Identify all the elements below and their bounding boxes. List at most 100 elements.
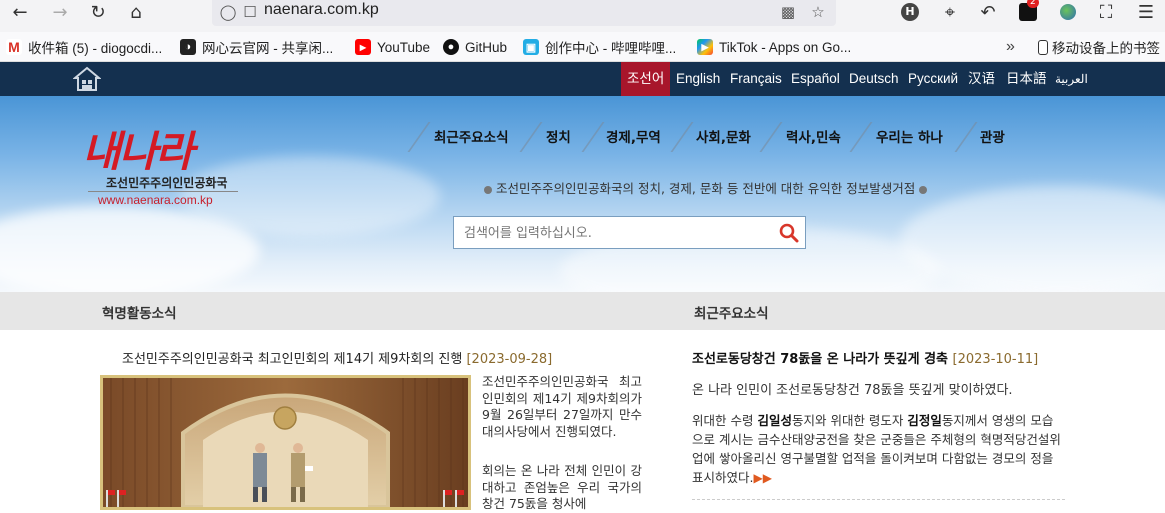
nav-latest-news[interactable]: 최근주요소식 (434, 126, 509, 148)
cloud-decoration (900, 186, 1165, 292)
mobile-bookmarks-label: 移动设备上的书签 (1052, 41, 1160, 56)
bookmarks-bar: M 收件箱 (5) - diogocdi... ◑ 网心云官网 - 共享闲...… (0, 32, 1165, 62)
extension-h-icon[interactable]: H (896, 0, 924, 24)
nav-separator (670, 122, 694, 152)
logo-url: www.naenara.com.kp (98, 193, 213, 207)
undo-icon[interactable]: ↶ (974, 0, 1002, 24)
site-banner: 내나라 조선민주주의인민공화국 www.naenara.com.kp 최근주요소… (0, 96, 1165, 292)
para-text: 동지와 위대한 령도자 (791, 413, 908, 428)
lang-spanish[interactable]: Español (791, 62, 840, 96)
bookmark-github[interactable]: ● GitHub (443, 38, 507, 56)
lang-french[interactable]: Français (730, 62, 782, 96)
right-article-summary: 온 나라 인민이 조선로동당창건 78돐을 뜻깊게 맞이하였다. (692, 383, 1013, 398)
tagline-text: 조선민주주의인민공화국의 정치, 경제, 문화 등 전반에 대한 유익한 정보발… (496, 181, 916, 196)
nav-politics[interactable]: 정치 (546, 126, 571, 148)
article-divider (692, 499, 1065, 500)
logo-subtitle: 조선민주주의인민공화국 (106, 176, 228, 190)
lang-russian[interactable]: Русский (908, 62, 958, 96)
search-box (453, 216, 806, 249)
gmail-icon: M (6, 39, 22, 55)
nav-society-culture[interactable]: 사회,문화 (696, 126, 751, 148)
mobile-device-icon (1038, 39, 1048, 55)
headline-text[interactable]: 조선민주주의인민공화국 최고인민회의 제14기 제9차회의 진행 (122, 352, 462, 367)
logo-divider (88, 191, 238, 192)
lock-slash-icon[interactable]: ☐ (240, 2, 260, 22)
lang-chinese[interactable]: 汉语 (968, 62, 995, 96)
reload-icon[interactable]: ↻ (84, 0, 112, 24)
home-page-icon[interactable]: ⌂ (122, 0, 150, 24)
bullet-dot (919, 185, 928, 194)
github-icon: ● (443, 39, 459, 55)
para-text: 위대한 수령 (692, 413, 758, 428)
mobile-bookmarks[interactable]: 移动设备上的书签 (1038, 38, 1160, 56)
lang-english[interactable]: English (676, 62, 720, 96)
section-header-bar: 혁명활동소식 최근주요소식 (0, 292, 1165, 330)
left-article-headline[interactable]: 조선민주주의인민공화국 최고인민회의 제14기 제9차회의 진행 [2023-0… (122, 348, 552, 367)
lang-japanese[interactable]: 日本語 (1006, 62, 1047, 96)
browser-toolbar: ← → ↻ ⌂ ◯ ☐ naenara.com.kp ▩ ☆ H ⌖ ↶ 2 ⛶… (0, 0, 1165, 32)
bookmark-star-icon[interactable]: ☆ (808, 2, 828, 22)
bookmark-label: GitHub (465, 39, 508, 55)
lang-arabic[interactable]: العربية (1055, 62, 1088, 96)
language-bar: 조선어 English Français Español Deutsch Рус… (0, 62, 1165, 96)
search-icon[interactable] (779, 223, 799, 243)
article-date: [2023-09-28] (466, 352, 553, 367)
headline-text[interactable]: 조선로동당창건 78돐을 온 나라가 뜻깊게 경축 (692, 352, 948, 367)
wangxinyun-icon: ◑ (180, 39, 196, 55)
nav-separator (759, 122, 783, 152)
qr-code-icon[interactable]: ▩ (778, 2, 798, 22)
back-arrow-icon[interactable]: ← (6, 0, 34, 24)
article-date: [2023-10-11] (952, 352, 1039, 367)
cloud-decoration (180, 156, 440, 236)
shield-icon[interactable]: ◯ (218, 2, 238, 22)
home-icon[interactable] (73, 66, 101, 92)
menu-hamburger-icon[interactable]: ☰ (1132, 0, 1160, 24)
right-article-headline[interactable]: 조선로동당창건 78돐을 온 나라가 뜻깊게 경축 [2023-10-11] (692, 348, 1038, 367)
crop-icon[interactable]: ⌖ (936, 0, 964, 24)
bold-name: 김정일 (907, 413, 942, 428)
nav-economy-trade[interactable]: 경제,무역 (606, 126, 661, 148)
nav-tourism[interactable]: 관광 (980, 126, 1005, 148)
left-article-paragraph-1: 조선민주주의인민공화국 최고인민회의 제14기 제9차회의가 9월 26일부터 … (482, 374, 642, 439)
nav-separator (849, 122, 873, 152)
bold-name: 김일성 (757, 413, 792, 428)
address-bar[interactable]: ◯ ☐ naenara.com.kp ▩ ☆ (212, 0, 836, 26)
more-bookmarks-chevron-icon[interactable]: » (1006, 38, 1015, 56)
site-tagline: 조선민주주의인민공화국의 정치, 경제, 문화 등 전반에 대한 유익한 정보발… (480, 178, 931, 197)
lang-korean[interactable]: 조선어 (621, 62, 671, 96)
search-input[interactable] (464, 223, 764, 243)
bookmark-tiktok[interactable]: ▶ TikTok - Apps on Go... (697, 38, 851, 56)
nav-separator (519, 122, 543, 152)
site-logo[interactable]: 내나라 (82, 118, 194, 179)
section-title-latest-news[interactable]: 최근주요소식 (694, 302, 769, 322)
nav-separator (581, 122, 605, 152)
nav-we-are-one[interactable]: 우리는 하나 (876, 126, 943, 148)
globe-extension-icon[interactable] (1054, 0, 1082, 24)
bullet-dot (484, 185, 492, 194)
youtube-icon: ▶ (355, 39, 371, 55)
nav-separator (407, 122, 431, 152)
bookmark-wangxinyun[interactable]: ◑ 网心云官网 - 共享闲... (180, 38, 333, 56)
extension-badge-icon[interactable]: 2 (1014, 0, 1042, 24)
right-article-paragraph: 위대한 수령 김일성동지와 위대한 령도자 김정일동지께서 영생의 모습으로 계… (692, 411, 1064, 488)
nav-separator (954, 122, 978, 152)
assembly-photo-illustration (103, 378, 468, 507)
forward-arrow-icon[interactable]: → (46, 0, 74, 24)
url-text[interactable]: naenara.com.kp (264, 1, 379, 19)
bookmark-bilibili[interactable]: ▣ 创作中心 - 哔哩哔哩... (523, 38, 676, 56)
bookmark-gmail[interactable]: M 收件箱 (5) - diogocdi... (6, 38, 162, 56)
nav-history-folklore[interactable]: 력사,민속 (786, 126, 841, 148)
bilibili-icon: ▣ (523, 39, 539, 55)
google-play-icon: ▶ (697, 39, 713, 55)
lang-german[interactable]: Deutsch (849, 62, 899, 96)
bookmark-label: YouTube (377, 39, 431, 55)
bookmark-label: TikTok - Apps on Go... (719, 39, 852, 55)
bookmark-youtube[interactable]: ▶ YouTube (355, 38, 430, 56)
read-more-arrows-icon[interactable]: ▶▶ (753, 471, 771, 485)
bookmark-label: 创作中心 - 哔哩哔哩... (545, 41, 677, 56)
article-photo[interactable] (100, 375, 471, 510)
section-title-revolutionary-activities[interactable]: 혁명활동소식 (102, 302, 177, 322)
bookmark-label: 网心云官网 - 共享闲... (202, 41, 334, 56)
extensions-puzzle-icon[interactable]: ⛶ (1092, 0, 1120, 24)
left-article-paragraph-2: 회의는 온 나라 전체 인민이 강대하고 존엄높은 우리 국가의 창건 75돐을… (482, 463, 642, 511)
